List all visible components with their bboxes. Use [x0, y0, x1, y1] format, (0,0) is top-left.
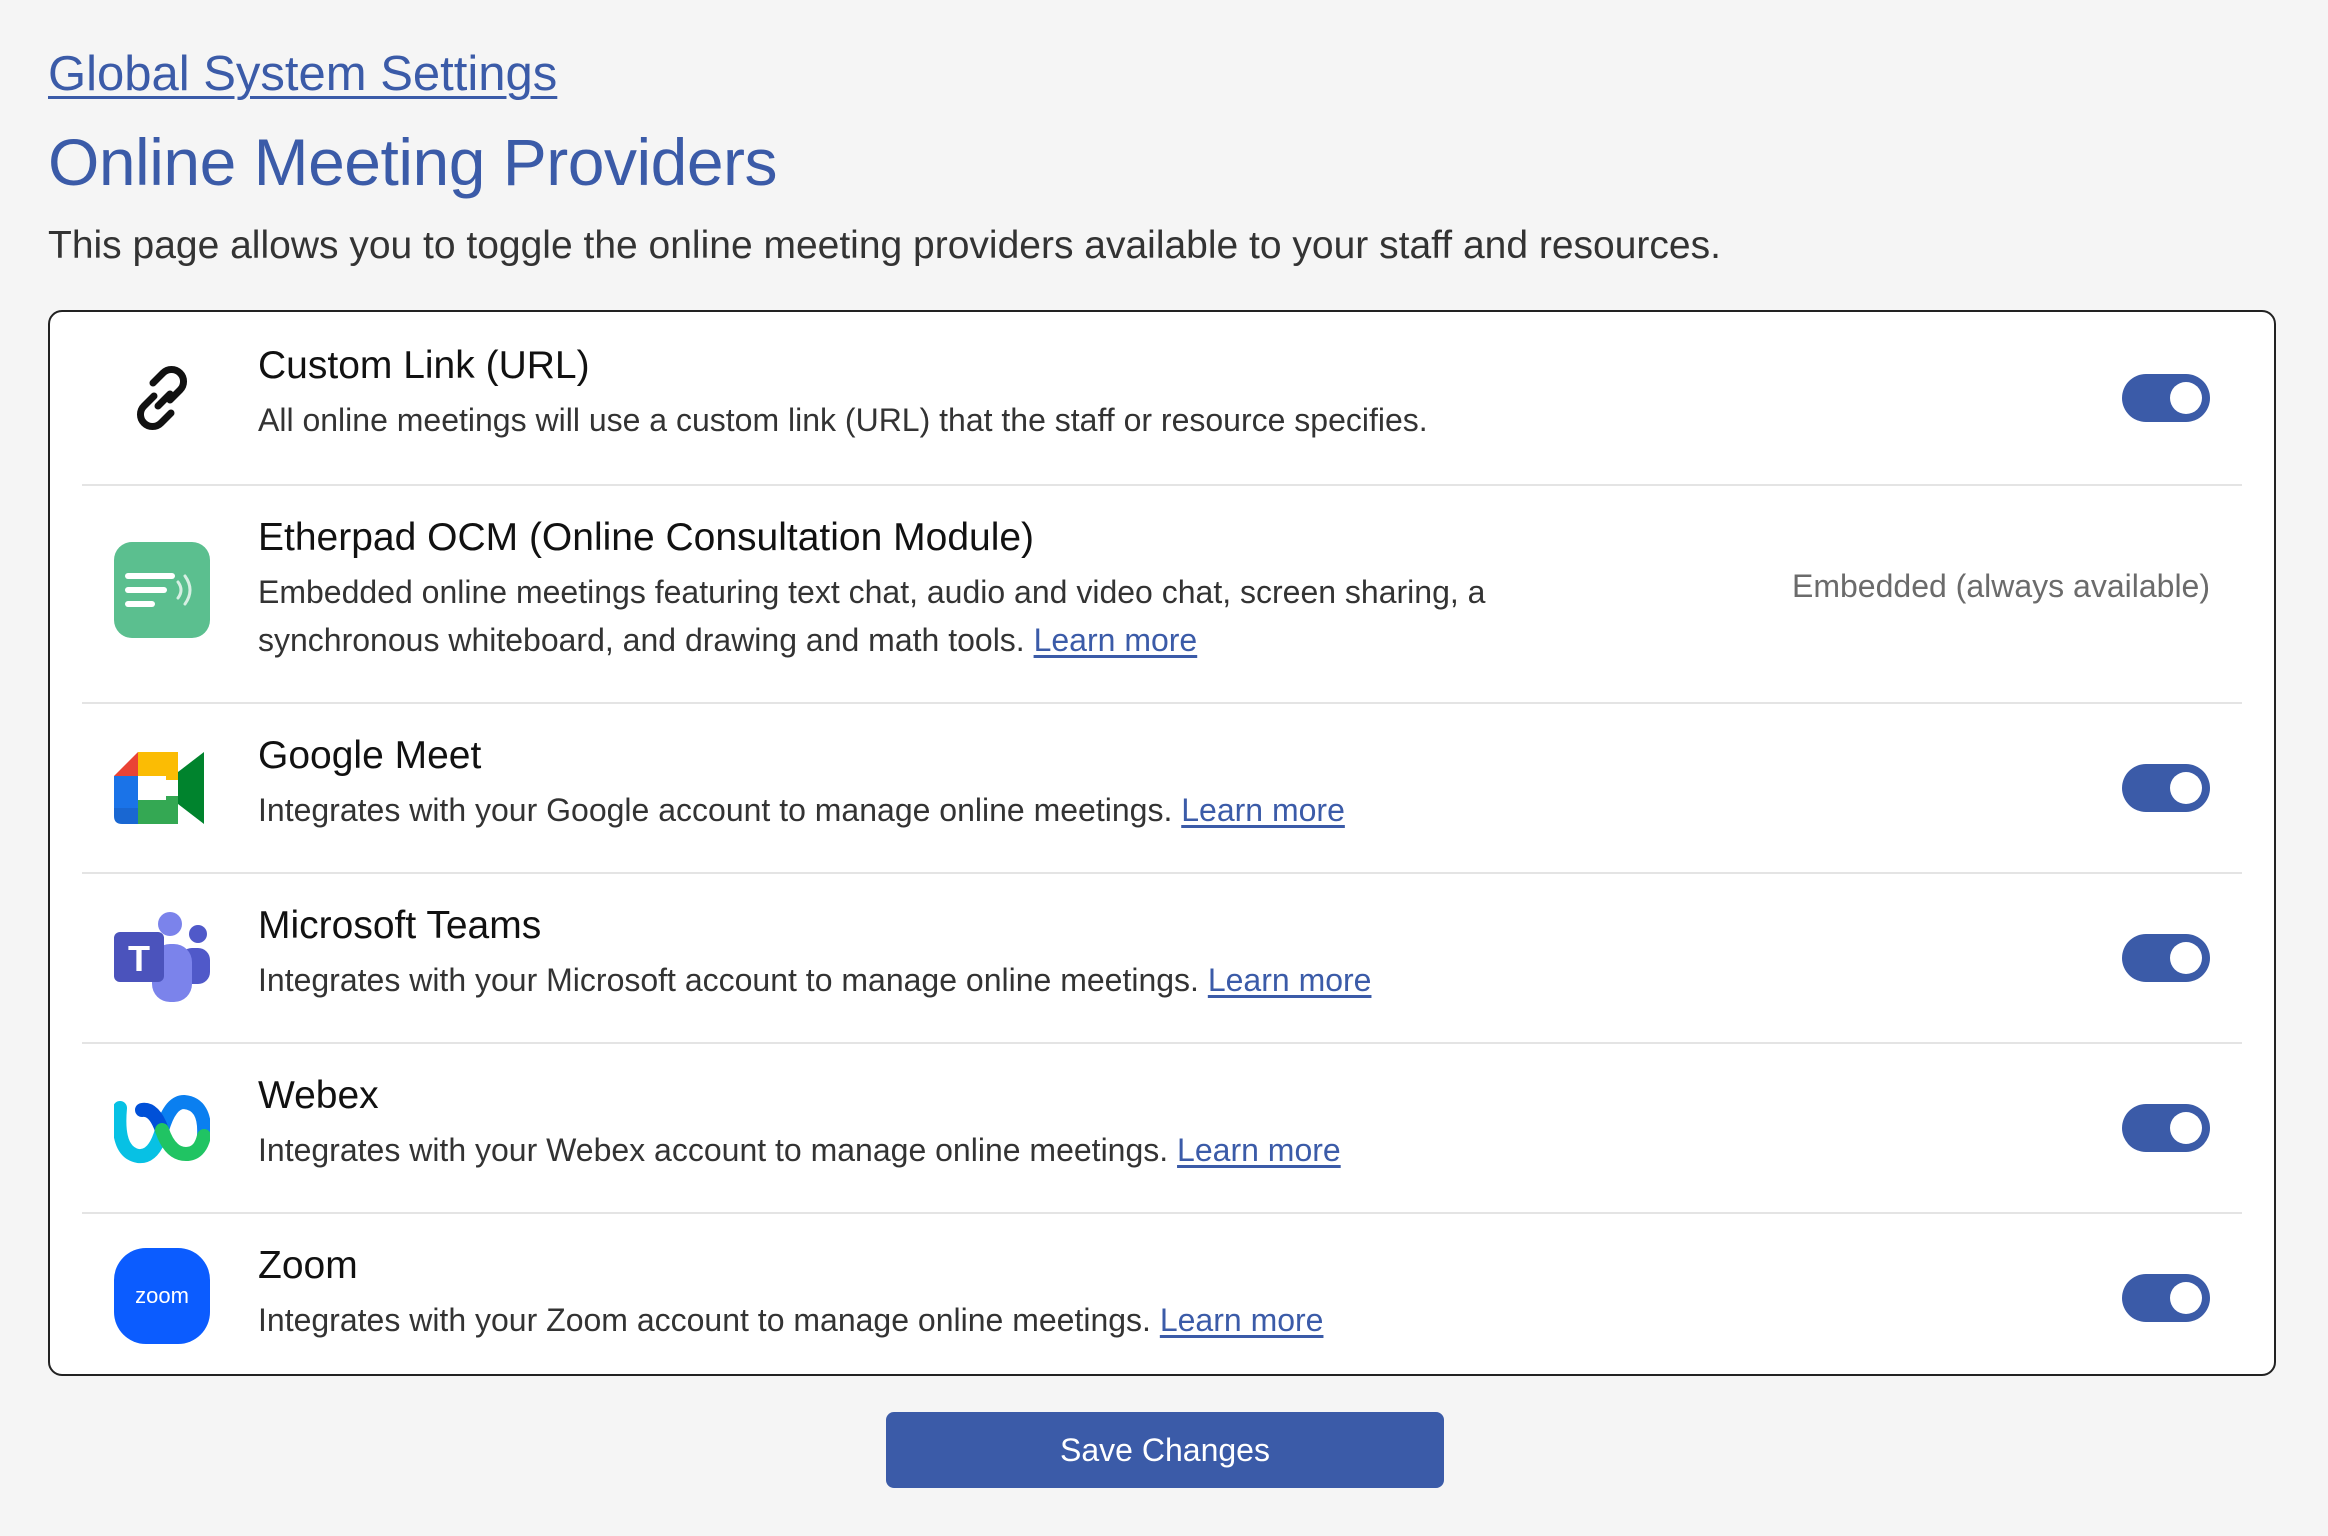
toggle-zoom[interactable] — [2122, 1274, 2210, 1322]
breadcrumb-global-system-settings[interactable]: Global System Settings — [48, 46, 557, 102]
toggle-knob — [2170, 772, 2202, 804]
provider-name: Etherpad OCM (Online Consultation Module… — [258, 516, 1035, 559]
toggle-knob — [2170, 1112, 2202, 1144]
provider-text: Google Meet Integrates with your Google … — [258, 732, 1738, 834]
toggle-custom-link[interactable] — [2122, 374, 2210, 422]
provider-description: All online meetings will use a custom li… — [258, 402, 1428, 438]
provider-description: Integrates with your Google account to m… — [258, 792, 1345, 828]
toggle-google-meet[interactable] — [2122, 764, 2210, 812]
provider-description: Embedded online meetings featuring text … — [258, 574, 1486, 658]
toggle-knob — [2170, 382, 2202, 414]
google-meet-icon — [114, 740, 210, 836]
provider-row-google-meet: Google Meet Integrates with your Google … — [82, 702, 2242, 874]
provider-row-etherpad: Etherpad OCM (Online Consultation Module… — [82, 484, 2242, 704]
svg-text:zoom: zoom — [135, 1283, 189, 1308]
page-description: This page allows you to toggle the onlin… — [48, 224, 1721, 267]
microsoft-teams-icon: T — [114, 910, 210, 1006]
provider-description: Integrates with your Zoom account to man… — [258, 1302, 1324, 1338]
provider-name: Google Meet — [258, 734, 482, 777]
webex-icon — [114, 1080, 210, 1176]
svg-text:T: T — [128, 938, 150, 979]
etherpad-icon — [114, 542, 210, 638]
zoom-icon: zoom — [114, 1248, 210, 1344]
toggle-knob — [2170, 1282, 2202, 1314]
provider-row-custom-link: Custom Link (URL) All online meetings wi… — [82, 312, 2242, 486]
learn-more-link-zoom[interactable]: Learn more — [1160, 1302, 1324, 1338]
provider-name: Zoom — [258, 1244, 358, 1287]
provider-row-webex: Webex Integrates with your Webex account… — [82, 1042, 2242, 1214]
provider-text: Microsoft Teams Integrates with your Mic… — [258, 902, 1738, 1004]
provider-row-zoom: zoom Zoom Integrates with your Zoom acco… — [82, 1212, 2242, 1374]
provider-name: Webex — [258, 1074, 379, 1117]
learn-more-link-etherpad[interactable]: Learn more — [1034, 622, 1198, 658]
provider-text: Etherpad OCM (Online Consultation Module… — [258, 514, 1558, 664]
toggle-knob — [2170, 942, 2202, 974]
link-icon — [114, 350, 210, 446]
learn-more-link-microsoft-teams[interactable]: Learn more — [1208, 962, 1372, 998]
toggle-webex[interactable] — [2122, 1104, 2210, 1152]
learn-more-link-webex[interactable]: Learn more — [1177, 1132, 1341, 1168]
provider-row-microsoft-teams: T Microsoft Teams Integrates with your M… — [82, 872, 2242, 1044]
provider-text: Custom Link (URL) All online meetings wi… — [258, 342, 1738, 444]
save-changes-button[interactable]: Save Changes — [886, 1412, 1444, 1488]
providers-panel: Custom Link (URL) All online meetings wi… — [48, 310, 2276, 1376]
embedded-status: Embedded (always available) — [1792, 568, 2210, 604]
provider-description: Integrates with your Microsoft account t… — [258, 962, 1372, 998]
provider-description: Integrates with your Webex account to ma… — [258, 1132, 1341, 1168]
page-title: Online Meeting Providers — [48, 125, 778, 199]
provider-text: Zoom Integrates with your Zoom account t… — [258, 1242, 1738, 1344]
toggle-microsoft-teams[interactable] — [2122, 934, 2210, 982]
provider-name: Custom Link (URL) — [258, 344, 590, 387]
provider-text: Webex Integrates with your Webex account… — [258, 1072, 1738, 1174]
learn-more-link-google-meet[interactable]: Learn more — [1181, 792, 1345, 828]
provider-name: Microsoft Teams — [258, 904, 542, 947]
